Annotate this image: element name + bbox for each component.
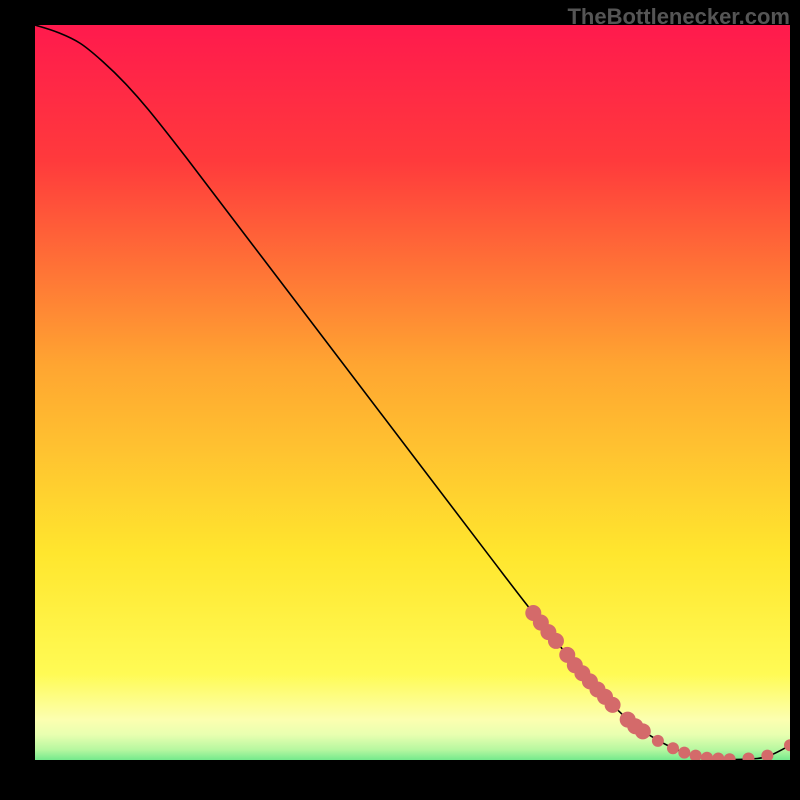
marker-point [652, 735, 664, 747]
marker-point [724, 753, 736, 760]
marker-point [784, 739, 790, 751]
curve-layer [35, 25, 790, 760]
bottleneck-curve [35, 25, 790, 760]
marker-point [635, 723, 651, 739]
plot-area [35, 25, 790, 760]
marker-point [761, 750, 773, 760]
marker-point [667, 742, 679, 754]
marker-point [605, 697, 621, 713]
marker-point [742, 753, 754, 760]
marker-point [690, 750, 702, 760]
marker-point [712, 753, 724, 760]
highlighted-points-group [525, 605, 790, 760]
marker-point [701, 752, 713, 760]
watermark-text: TheBottlenecker.com [567, 4, 790, 30]
marker-point [548, 633, 564, 649]
marker-point [678, 747, 690, 759]
chart-container [35, 25, 790, 760]
